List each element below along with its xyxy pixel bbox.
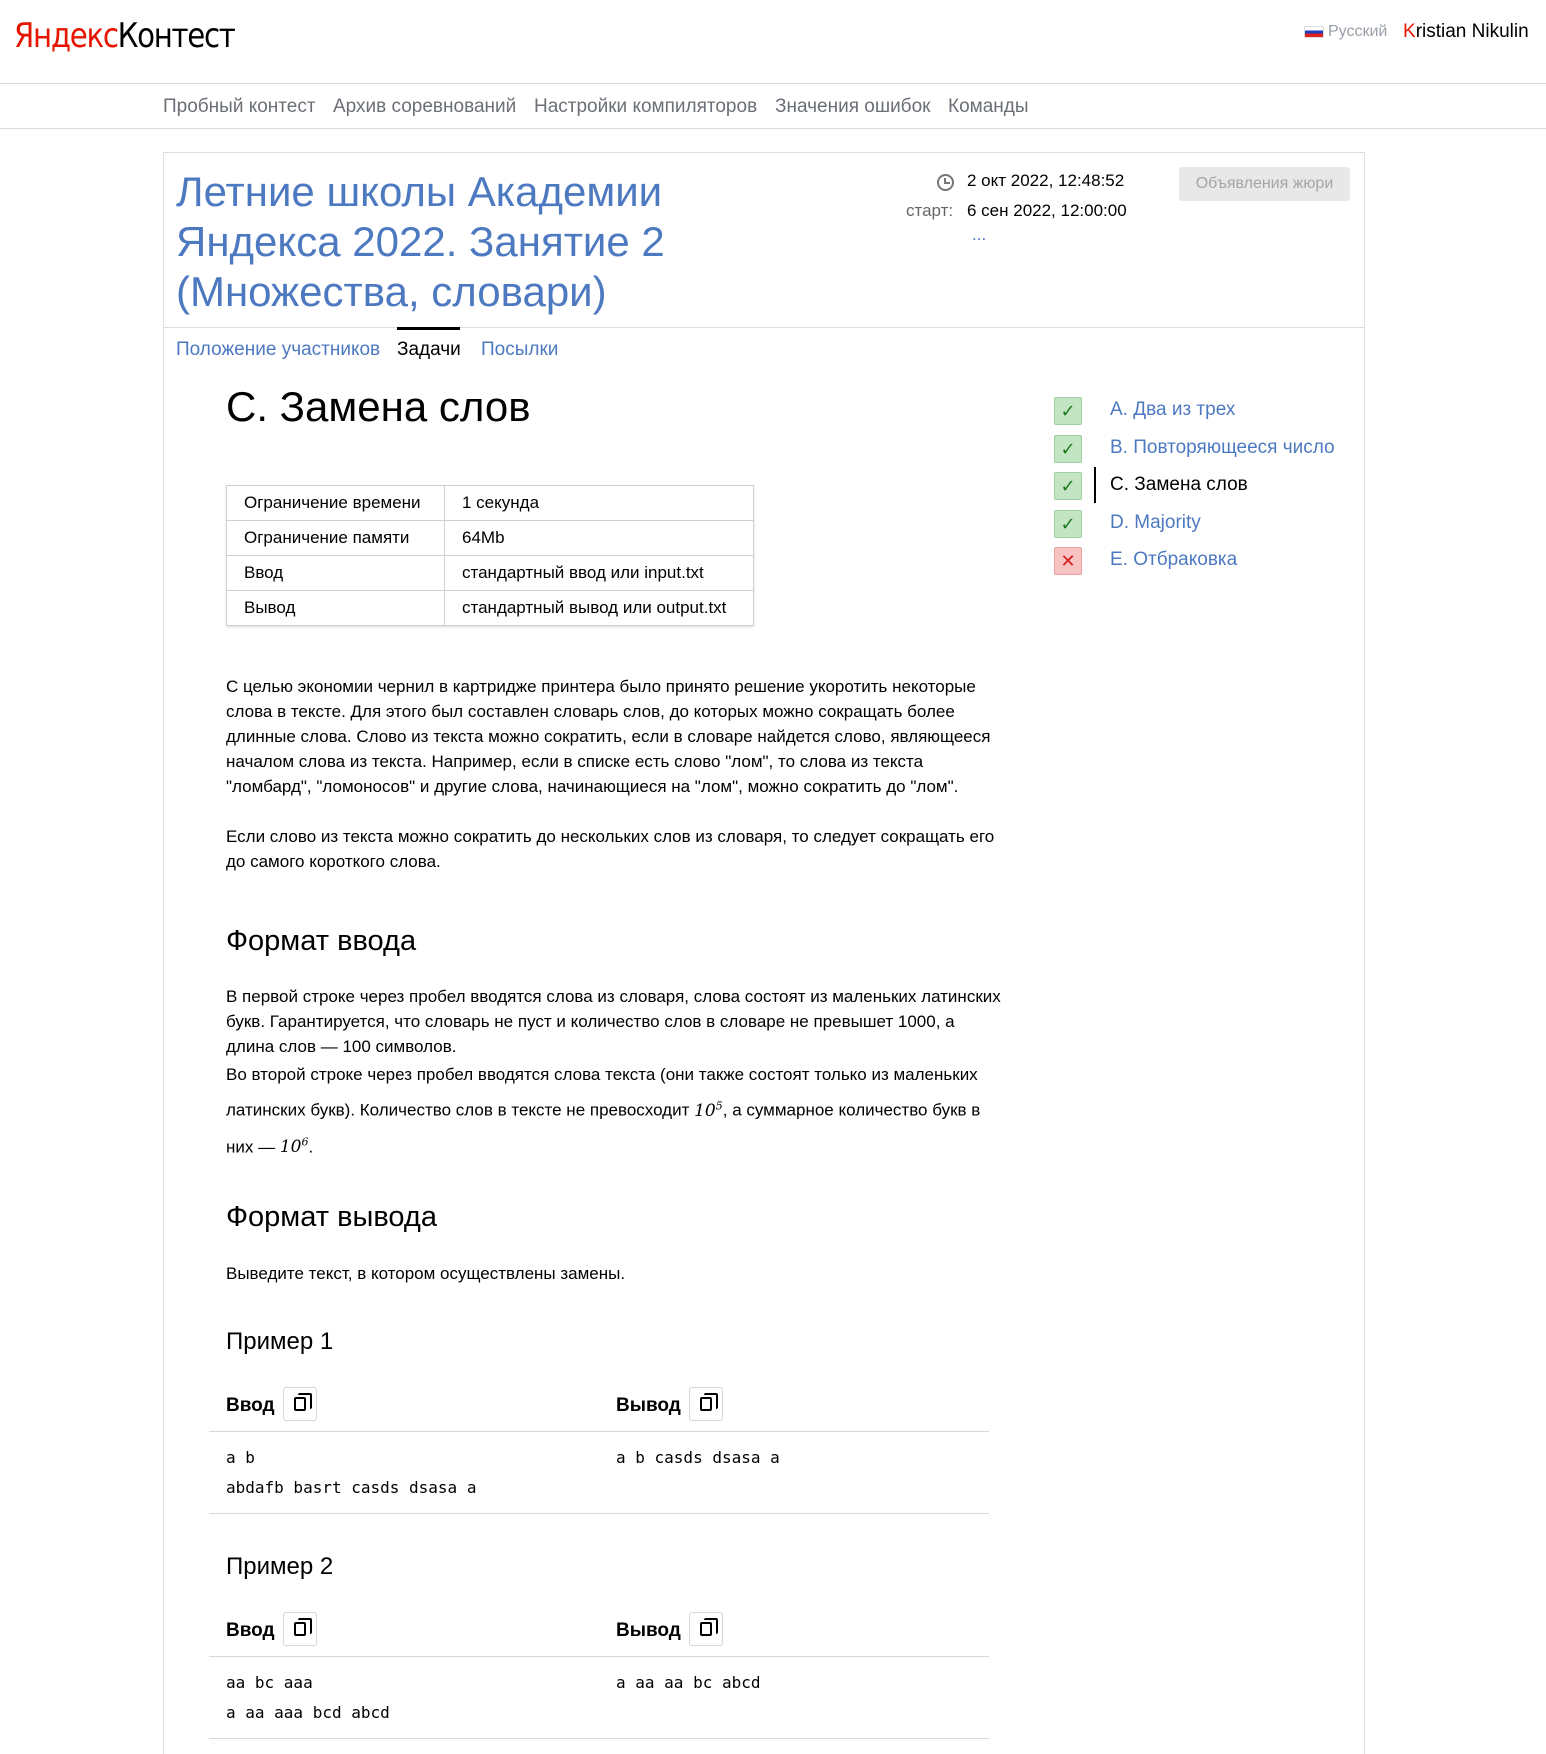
- example-divider: [209, 1738, 989, 1739]
- status-ok-badge: ✓: [1054, 397, 1082, 425]
- jury-announcements-button[interactable]: Объявления жюри: [1179, 167, 1350, 201]
- tab-submissions[interactable]: Посылки: [481, 339, 558, 361]
- cross-icon: ✕: [1060, 551, 1076, 571]
- nav-archive[interactable]: Архив соревнований: [333, 96, 516, 118]
- start-time: 6 сен 2022, 12:00:00: [967, 201, 1127, 220]
- example-2-input: aa bc aaa a aa aaa bcd abcd: [226, 1673, 390, 1722]
- copy-input-button[interactable]: [283, 1387, 317, 1421]
- check-icon: ✓: [1060, 401, 1076, 421]
- problem-link[interactable]: C. Замена слов: [1110, 474, 1248, 496]
- copy-output-button[interactable]: [689, 1612, 723, 1646]
- language-switcher[interactable]: Русский: [1304, 23, 1387, 41]
- statement-paragraph-1: С целью экономии чернил в картридже прин…: [226, 677, 991, 796]
- math-ten-pow-6: 106: [279, 1136, 309, 1158]
- copy-icon: [700, 1393, 718, 1411]
- limit-key: Ввод: [226, 555, 445, 591]
- table-row: Ввод стандартный ввод или input.txt: [226, 555, 754, 591]
- limit-value: 64Mb: [444, 520, 754, 556]
- limit-key: Ограничение памяти: [226, 520, 445, 556]
- russian-flag-icon: [1304, 26, 1324, 38]
- example-2-output: a aa aa bc abcd: [616, 1673, 761, 1692]
- user-first-letter: K: [1403, 21, 1416, 42]
- check-icon: ✓: [1060, 476, 1076, 496]
- active-tab-indicator: [397, 327, 460, 330]
- nav-error-codes[interactable]: Значения ошибок: [775, 96, 930, 118]
- current-problem-indicator: [1094, 467, 1096, 503]
- problem-link[interactable]: D. Majority: [1110, 512, 1201, 534]
- status-ok-badge: ✓: [1054, 472, 1082, 500]
- more-info-link[interactable]: ...: [972, 225, 986, 245]
- copy-icon: [294, 1618, 312, 1636]
- language-label: Русский: [1328, 23, 1388, 40]
- copy-icon: [700, 1618, 718, 1636]
- problem-link[interactable]: A. Два из трех: [1110, 399, 1235, 421]
- statement-paragraph-2: Если слово из текста можно сократить до …: [226, 827, 995, 871]
- contest-title[interactable]: Летние школы Академии Яндекса 2022. Заня…: [176, 167, 736, 317]
- start-label: старт:: [906, 201, 954, 220]
- problem-link[interactable]: E. Отбраковка: [1110, 549, 1237, 571]
- yandex-contest-logo[interactable]: ЯндексКонтест: [14, 16, 236, 56]
- status-fail-badge: ✕: [1054, 547, 1082, 575]
- copy-output-button[interactable]: [689, 1387, 723, 1421]
- clock-icon: [937, 174, 954, 191]
- status-ok-badge: ✓: [1054, 509, 1082, 538]
- tab-problems[interactable]: Задачи: [397, 339, 461, 361]
- math-ten-pow-5: 105: [694, 1099, 723, 1121]
- example-divider: [209, 1513, 989, 1514]
- nav-compiler-settings[interactable]: Настройки компиляторов: [534, 96, 757, 118]
- example-1-title: Пример 1: [226, 1328, 334, 1355]
- limit-value: стандартный ввод или input.txt: [444, 555, 754, 591]
- problem-title: C. Замена слов: [226, 383, 531, 430]
- contest-panel: Летние школы Академии Яндекса 2022. Заня…: [163, 152, 1365, 1754]
- input-format-paragraph-2: Во второй строке через пробел вводятся с…: [226, 1059, 1006, 1163]
- table-row: Ограничение времени 1 секунда: [226, 485, 754, 521]
- math-base: 10: [279, 1137, 302, 1158]
- logo-yandex: Яндекс: [14, 16, 119, 56]
- limit-key: Вывод: [226, 590, 445, 626]
- example-divider: [209, 1431, 989, 1432]
- limit-key: Ограничение времени: [226, 485, 445, 521]
- input-format-heading: Формат ввода: [226, 925, 417, 957]
- table-row: Вывод стандартный вывод или output.txt: [226, 590, 754, 626]
- example-divider: [209, 1656, 989, 1657]
- nav-trial-contest[interactable]: Пробный контест: [163, 96, 316, 118]
- example-1-input-label: Ввод: [226, 1395, 275, 1416]
- copy-input-button[interactable]: [283, 1612, 317, 1646]
- example-1-output-label: Вывод: [616, 1395, 681, 1416]
- check-icon: ✓: [1060, 438, 1076, 459]
- check-icon: ✓: [1060, 513, 1076, 534]
- copy-icon: [294, 1393, 312, 1411]
- logo-contest: Контест: [117, 16, 236, 56]
- limits-table: Ограничение времени 1 секунда Ограничени…: [226, 485, 754, 626]
- limit-value: стандартный вывод или output.txt: [444, 590, 754, 626]
- top-header: ЯндексКонтест Русский Kristian Nikulin: [0, 0, 1546, 84]
- example-2-title: Пример 2: [226, 1553, 334, 1580]
- problem-link[interactable]: B. Повторяющееся число: [1110, 437, 1335, 459]
- example-1-output: a b casds dsasa a: [616, 1448, 780, 1467]
- math-exponent: 5: [715, 1099, 723, 1112]
- current-time: 2 окт 2022, 12:48:52: [967, 171, 1125, 190]
- input-format-text-c: .: [308, 1137, 314, 1157]
- limit-value: 1 секунда: [444, 485, 754, 521]
- example-2-output-label: Вывод: [616, 1620, 681, 1641]
- input-format-paragraph-1: В первой строке через пробел вводятся сл…: [226, 987, 1001, 1056]
- nav-teams[interactable]: Команды: [948, 96, 1029, 118]
- panel-divider: [164, 327, 1364, 328]
- example-2-input-label: Ввод: [226, 1620, 275, 1641]
- output-format-heading: Формат вывода: [226, 1201, 437, 1233]
- status-ok-badge: ✓: [1054, 434, 1082, 463]
- table-row: Ограничение памяти 64Mb: [226, 520, 754, 556]
- tab-standings[interactable]: Положение участников: [176, 339, 380, 361]
- user-name-rest: ristian Nikulin: [1415, 21, 1529, 42]
- main-nav: Пробный контест Архив соревнований Настр…: [0, 84, 1546, 129]
- example-1-input: a b abdafb basrt casds dsasa a: [226, 1448, 477, 1497]
- math-base: 10: [694, 1100, 716, 1121]
- output-format-text: Выведите текст, в котором осуществлены з…: [226, 1264, 626, 1283]
- user-name[interactable]: Kristian Nikulin: [1403, 21, 1529, 43]
